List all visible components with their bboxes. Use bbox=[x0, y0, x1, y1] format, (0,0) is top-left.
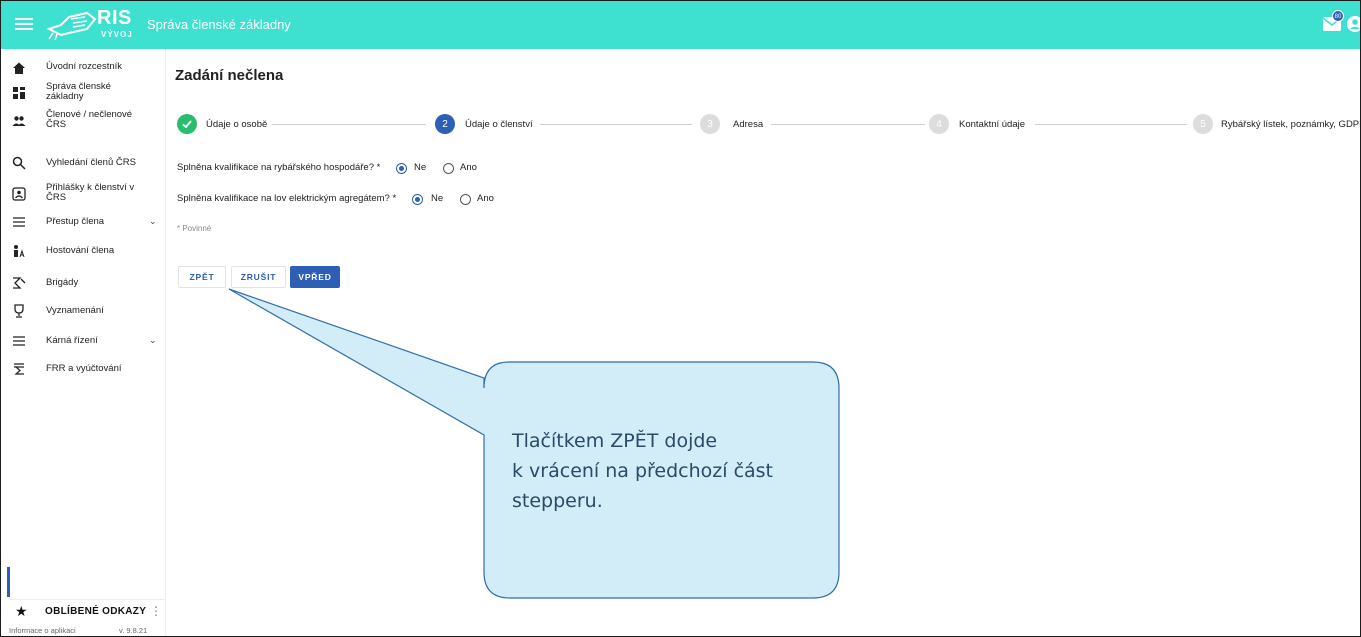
star-icon: ★ bbox=[15, 603, 28, 619]
sidebar: Úvodní rozcestník Správa členské základn… bbox=[1, 49, 166, 636]
favorites-label[interactable]: OBLÍBENÉ ODKAZY bbox=[45, 606, 146, 617]
home-icon bbox=[13, 62, 25, 74]
sidebar-item-label: Kárná řízení bbox=[46, 335, 98, 346]
next-button[interactable]: VPŘED bbox=[290, 266, 340, 288]
app-window: RIS VÝVOJ Správa členské základny 80 Úvo… bbox=[0, 0, 1361, 637]
step-3-label[interactable]: Adresa bbox=[733, 119, 763, 130]
user-account-icon[interactable] bbox=[1347, 16, 1360, 32]
sidebar-item-brigades[interactable]: Brigády bbox=[1, 275, 166, 291]
more-vert-icon[interactable]: ⋮ bbox=[150, 604, 162, 618]
radio-ano[interactable] bbox=[460, 194, 471, 205]
sidebar-item-frr[interactable]: FRR a vyúčtování bbox=[1, 361, 166, 377]
radio-ne[interactable] bbox=[396, 163, 407, 174]
sidebar-item-home[interactable]: Úvodní rozcestník bbox=[1, 59, 166, 75]
sidebar-item-label: Hostování člena bbox=[46, 245, 115, 256]
sidebar-item-label: Vyznamenání bbox=[46, 305, 104, 316]
page-title: Zadání nečlena bbox=[175, 67, 284, 84]
favorites-bar[interactable]: ★ OBLÍBENÉ ODKAZY ⋮ bbox=[10, 599, 166, 623]
sidebar-item-members[interactable]: Členové / nečlenové ČRS bbox=[1, 107, 166, 133]
people-icon bbox=[12, 116, 26, 126]
sidebar-item-membership-admin[interactable]: Správa členské základny bbox=[1, 79, 166, 105]
back-button[interactable]: ZPĚT bbox=[178, 266, 226, 288]
sidebar-item-awards[interactable]: Vyznamenání bbox=[1, 303, 166, 319]
sidebar-item-label: FRR a vyúčtování bbox=[46, 363, 122, 374]
dashboard-icon bbox=[13, 87, 25, 99]
sidebar-item-guest[interactable]: Hostování člena bbox=[1, 243, 166, 259]
question-label: Splněna kvalifikace na rybářského hospod… bbox=[177, 162, 381, 173]
required-note: * Povinné bbox=[177, 224, 212, 233]
sidebar-item-label: Správa členské základny bbox=[46, 81, 111, 102]
question-label: Splněna kvalifikace na lov elektrickým a… bbox=[177, 193, 397, 204]
sidebar-item-search-members[interactable]: Vyhledání členů ČRS bbox=[1, 155, 166, 171]
step-1-done-icon[interactable] bbox=[177, 114, 197, 134]
callout-bubble bbox=[228, 288, 840, 599]
sidebar-item-label: Členové / nečlenové ČRS bbox=[46, 109, 133, 130]
step-3-number[interactable]: 3 bbox=[700, 114, 720, 134]
radio-label: Ne bbox=[414, 162, 427, 173]
sidebar-item-applications[interactable]: Přihlášky k členství v ČRS bbox=[1, 180, 166, 206]
sidebar-item-disciplinary[interactable]: Kárná řízení ⌄ bbox=[1, 333, 166, 349]
brigade-icon bbox=[13, 277, 26, 289]
logo-text[interactable]: RIS bbox=[97, 7, 132, 30]
radio-label: Ano bbox=[477, 193, 494, 204]
step-5-number[interactable]: 5 bbox=[1193, 114, 1213, 134]
logo-subtitle: VÝVOJ bbox=[101, 30, 133, 39]
step-1-label[interactable]: Údaje o osobě bbox=[206, 119, 267, 130]
sidebar-item-label: Přestup člena bbox=[46, 216, 105, 227]
menu-icon[interactable] bbox=[15, 15, 33, 33]
app-version: v. 9.8.21 bbox=[119, 626, 148, 635]
application-icon bbox=[12, 187, 26, 201]
guest-icon bbox=[14, 245, 25, 258]
callout-line: k vrácení na předchozí část bbox=[512, 460, 774, 482]
sidebar-item-label: Úvodní rozcestník bbox=[46, 61, 123, 72]
stepper: Údaje o osobě 2 Údaje o členství 3 Adres… bbox=[175, 114, 1360, 136]
step-4-label[interactable]: Kontaktní údaje bbox=[959, 119, 1025, 130]
radio-label: Ano bbox=[460, 162, 477, 173]
step-2-number[interactable]: 2 bbox=[435, 114, 455, 134]
callout-text: Tlačítkem ZPĚT dojde k vrácení na předch… bbox=[512, 426, 822, 516]
list-icon bbox=[13, 217, 25, 227]
callout-line: stepperu. bbox=[512, 490, 603, 512]
sidebar-item-label: Brigády bbox=[46, 277, 79, 288]
app-title: Správa členské základny bbox=[147, 17, 291, 32]
radio-label: Ne bbox=[431, 193, 444, 204]
callout-line: Tlačítkem ZPĚT dojde bbox=[512, 430, 718, 452]
app-info-bar: Informace o aplikaci v. 9.8.21 bbox=[7, 624, 166, 636]
step-connector bbox=[1035, 124, 1187, 125]
search-icon bbox=[12, 156, 26, 170]
step-connector bbox=[771, 124, 925, 125]
notification-badge: 80 bbox=[1332, 10, 1344, 22]
cancel-button[interactable]: ZRUŠIT bbox=[231, 266, 286, 288]
sidebar-item-label: Vyhledání členů ČRS bbox=[46, 157, 136, 168]
trophy-icon bbox=[14, 304, 24, 318]
step-connector bbox=[272, 124, 426, 125]
sidebar-accent bbox=[7, 567, 10, 597]
radio-ano[interactable] bbox=[443, 163, 454, 174]
step-4-number[interactable]: 4 bbox=[929, 114, 949, 134]
step-5-label[interactable]: Rybářský lístek, poznámky, GDPR bbox=[1221, 119, 1360, 130]
chevron-down-icon[interactable]: ⌄ bbox=[149, 335, 157, 346]
step-2-label[interactable]: Údaje o členství bbox=[465, 119, 533, 130]
sidebar-item-transfer[interactable]: Přestup člena ⌄ bbox=[1, 214, 166, 230]
top-bar: RIS VÝVOJ Správa členské základny 80 bbox=[1, 1, 1360, 49]
radio-ne[interactable] bbox=[412, 194, 423, 205]
sum-icon bbox=[14, 363, 24, 375]
app-info-link[interactable]: Informace o aplikaci bbox=[9, 626, 76, 635]
sidebar-item-label: Přihlášky k členství v ČRS bbox=[46, 182, 135, 203]
step-connector bbox=[540, 124, 692, 125]
chevron-down-icon[interactable]: ⌄ bbox=[149, 216, 157, 227]
list-icon bbox=[13, 336, 25, 346]
